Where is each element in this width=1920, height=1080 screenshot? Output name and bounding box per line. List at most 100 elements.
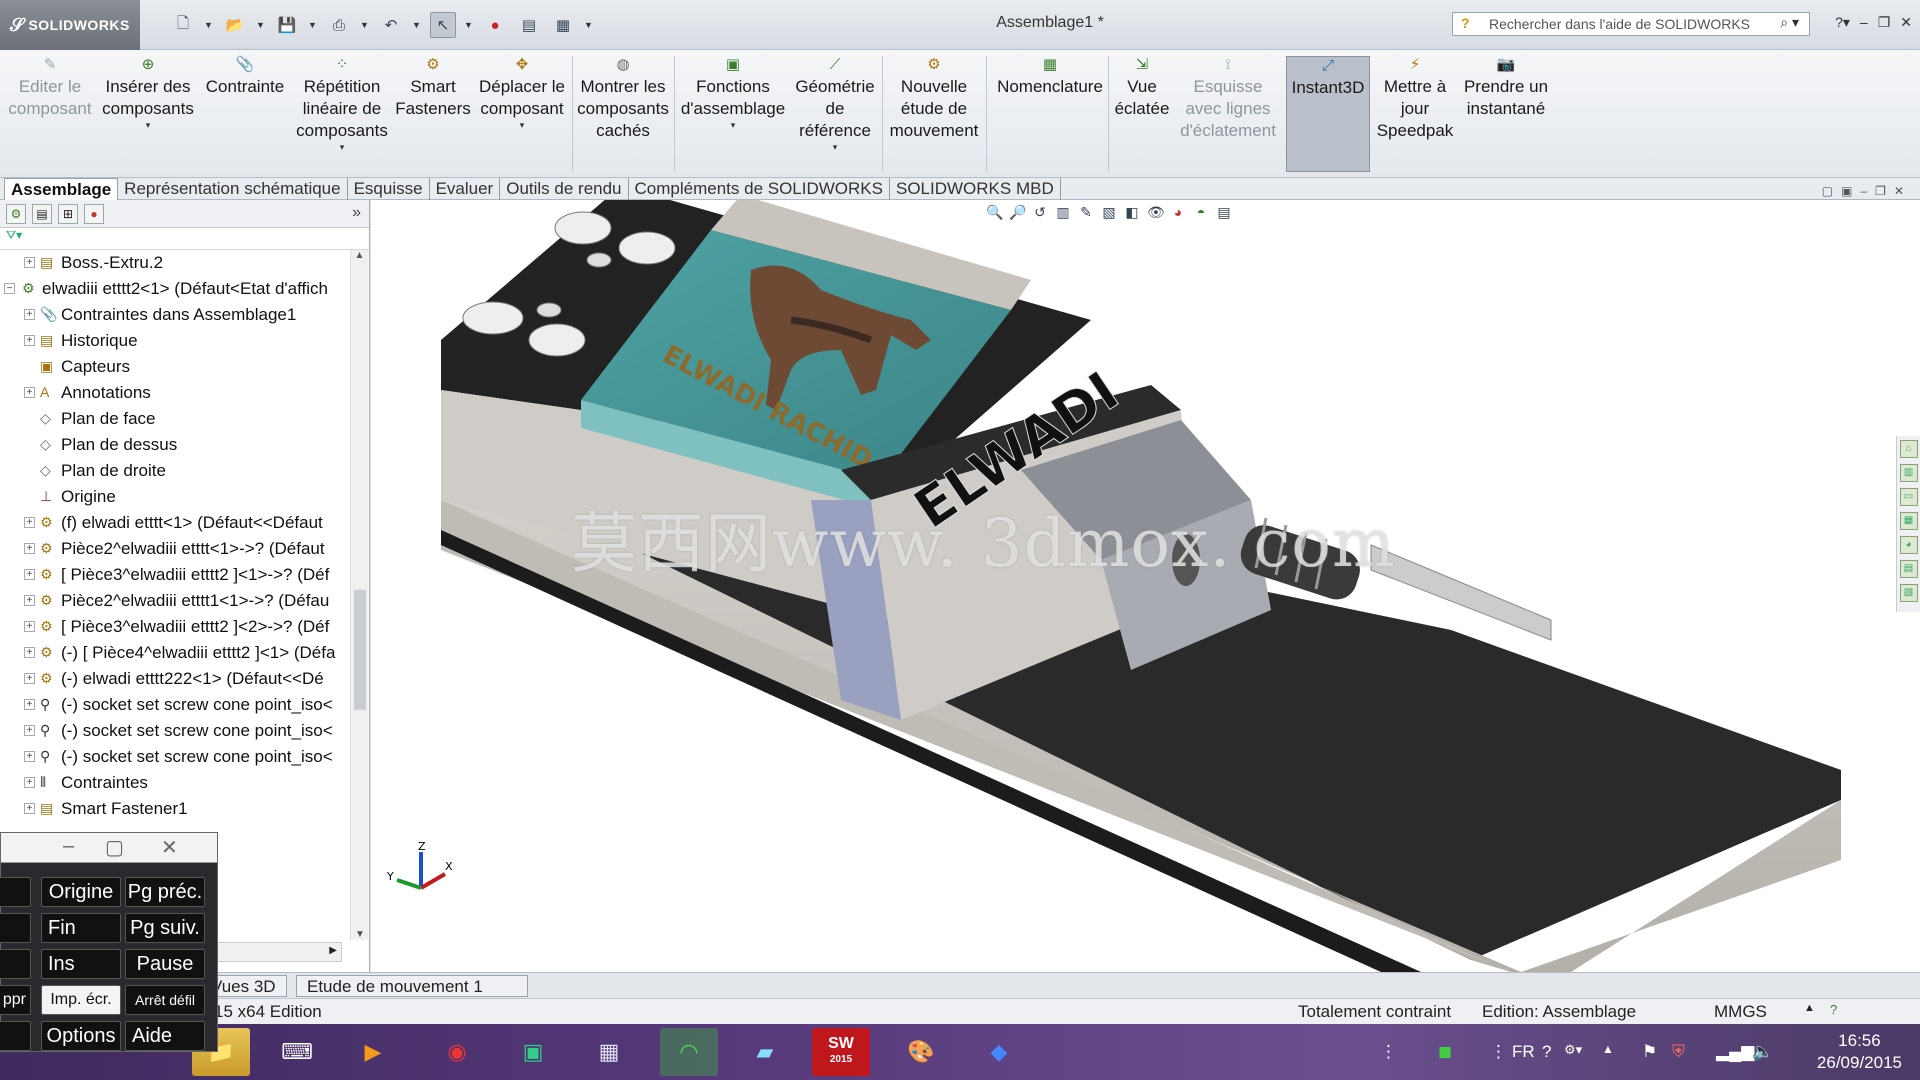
signal-tray-icon[interactable]: ▂▄▆ — [1716, 1042, 1754, 1062]
tree-item-sensors[interactable]: ▣ Capteurs — [0, 354, 350, 380]
expand-node-icon[interactable]: + — [24, 309, 35, 320]
scroll-right-icon[interactable]: ▶ — [329, 945, 337, 956]
security-tray-icon[interactable]: ⛨ — [1672, 1042, 1685, 1062]
expand-node-icon[interactable]: + — [24, 777, 35, 788]
osk-key-end[interactable]: Fin — [41, 913, 121, 943]
show-hidden-icons-icon[interactable]: ▲ — [1602, 1042, 1614, 1056]
file-explorer-icon[interactable]: ▭ — [1899, 488, 1918, 506]
search-icon[interactable]: ⌕ ▾ — [1780, 14, 1799, 31]
scroll-thumb[interactable] — [354, 590, 366, 710]
mate-button[interactable]: 📎 Contrainte — [200, 56, 290, 172]
expand-node-icon[interactable]: + — [24, 673, 35, 684]
expand-node-icon[interactable]: + — [24, 569, 35, 580]
chrome-taskbar-icon[interactable]: ◉ — [428, 1028, 486, 1076]
tree-filter[interactable]: ⛛▾ — [0, 228, 369, 250]
forum-icon[interactable]: ▧ — [1899, 584, 1918, 602]
input-language[interactable]: FR — [1512, 1042, 1535, 1062]
osk-options-button[interactable]: Options — [41, 1021, 121, 1051]
new-motion-study-button[interactable]: ⚙ Nouvelle étude de mouvement — [886, 56, 982, 172]
minimize-icon[interactable]: – — [63, 835, 74, 858]
minimize-icon[interactable]: – — [1860, 14, 1868, 31]
tree-item-component[interactable]: + ⚙ Pièce2^elwadiii etttt<1>->? (Défaut — [0, 536, 350, 562]
tile-icon[interactable]: ▢ — [1822, 184, 1833, 198]
chevron-up-icon[interactable]: ▲ — [1804, 1002, 1815, 1014]
expand-node-icon[interactable]: + — [24, 517, 35, 528]
tree-item-front-plane[interactable]: ◇ Plan de face — [0, 406, 350, 432]
vise-3d-model[interactable]: ELWADI RACHID ELWADI — [371, 200, 1920, 972]
tab-render-tools[interactable]: Outils de rendu — [500, 178, 629, 200]
tree-item-top-plane[interactable]: ◇ Plan de dessus — [0, 432, 350, 458]
solidworks-logo[interactable]: 𝒮 SOLIDWORKS — [0, 0, 140, 50]
reference-triad[interactable]: Z X Y — [385, 840, 455, 910]
osk-key-partial[interactable] — [0, 1021, 31, 1051]
minimize-icon[interactable]: – — [1860, 184, 1867, 198]
tab-assembly[interactable]: Assemblage — [4, 178, 119, 200]
tree-item-set-screw[interactable]: + ⚲ (-) socket set screw cone point_iso< — [0, 692, 350, 718]
feature-manager-tab-icon[interactable]: ⚙ — [6, 204, 26, 224]
collapse-node-icon[interactable]: − — [4, 283, 15, 294]
instant3d-button[interactable]: ⤢ Instant3D — [1286, 56, 1370, 172]
insert-components-button[interactable]: ⊕ Insérer des composants ▾ — [100, 56, 196, 172]
tab-layout[interactable]: Représentation schématique — [118, 178, 348, 200]
osk-key-partial[interactable] — [0, 913, 31, 943]
chevron-down-icon[interactable]: ▾ — [340, 142, 345, 152]
osk-key-pause[interactable]: Pause — [125, 949, 205, 979]
osk-key-insert[interactable]: Ins — [41, 949, 121, 979]
tray-settings-icon[interactable]: ⚙▾ — [1564, 1042, 1582, 1058]
move-component-button[interactable]: ✥ Déplacer le composant ▾ — [474, 56, 570, 172]
osk-key-delete[interactable]: ppr — [0, 985, 31, 1015]
osk-key-home[interactable]: Origine — [41, 877, 121, 907]
tree-item-set-screw[interactable]: + ⚲ (-) socket set screw cone point_iso< — [0, 744, 350, 770]
tree-item-smart-fastener[interactable]: + ▤ Smart Fastener1 — [0, 796, 350, 822]
osk-key-scroll-lock[interactable]: Arrêt défil — [125, 985, 205, 1015]
restore-icon[interactable]: ❐ — [1878, 14, 1891, 31]
help-search-input[interactable]: ? Rechercher dans l'aide de SOLIDWORKS ⌕… — [1452, 12, 1810, 36]
rebuild-traffic-light-icon[interactable]: ● — [482, 12, 508, 38]
chevron-down-icon[interactable]: ▼ — [308, 20, 318, 30]
tree-vertical-scrollbar[interactable]: ▲ ▼ — [350, 250, 368, 940]
restore-icon[interactable]: ❐ — [1875, 184, 1886, 198]
display-manager-tab-icon[interactable]: ● — [84, 204, 104, 224]
chevron-down-icon[interactable]: ▾ — [833, 142, 838, 152]
tab-sketch[interactable]: Esquisse — [348, 178, 430, 200]
bill-of-materials-button[interactable]: ▦ Nomenclature — [990, 56, 1110, 172]
tree-item-origin[interactable]: ⊥ Origine — [0, 484, 350, 510]
paint-taskbar-icon[interactable]: 🎨 — [892, 1028, 950, 1076]
tree-item-mates[interactable]: + ⦀ Contraintes — [0, 770, 350, 796]
expand-node-icon[interactable]: + — [24, 335, 35, 346]
osk-key-partial[interactable] — [0, 877, 31, 907]
tree-item-component[interactable]: + ⚙ (-) elwadi etttt222<1> (Défaut<<Dé — [0, 666, 350, 692]
scroll-down-icon[interactable]: ▼ — [351, 929, 369, 940]
tree-item-annotations[interactable]: + A Annotations — [0, 380, 350, 406]
tree-item-boss-extrude[interactable]: + ▤ Boss.-Extru.2 — [0, 250, 350, 276]
tree-item-subassembly[interactable]: − ⚙ elwadiii etttt2<1> (Défaut<Etat d'affi… — [0, 276, 350, 302]
expand-node-icon[interactable]: + — [24, 803, 35, 814]
new-document-icon[interactable]: 🗋 — [170, 12, 196, 38]
explode-line-sketch-button[interactable]: ⟟ Esquisse avec lignes d'éclatement — [1174, 56, 1282, 172]
undo-icon[interactable]: ↶ — [378, 12, 404, 38]
chevron-down-icon[interactable]: ▼ — [204, 20, 214, 30]
osk-help-button[interactable]: Aide — [125, 1021, 205, 1051]
tree-item-set-screw[interactable]: + ⚲ (-) socket set screw cone point_iso< — [0, 718, 350, 744]
volume-icon[interactable]: 🔈 — [1752, 1042, 1773, 1062]
appearances-icon[interactable]: ◕ — [1899, 536, 1918, 554]
tab-addins[interactable]: Compléments de SOLIDWORKS — [629, 178, 890, 200]
chevron-down-icon[interactable]: ▼ — [360, 20, 370, 30]
help-tooltip-icon[interactable]: ? — [1830, 1002, 1837, 1017]
tree-item-mates-in-assembly[interactable]: + 📎 Contraintes dans Assemblage1 — [0, 302, 350, 328]
graphics-area[interactable]: 🔍 🔎 ↺ ▥ ✎ ▧ ◧ 👁 ◕ ◓ ▤ ELWADI RACHID ELWA… — [371, 200, 1920, 972]
expand-node-icon[interactable]: + — [24, 725, 35, 736]
network-tray-icon[interactable]: ◼ — [1438, 1042, 1452, 1062]
file-properties-icon[interactable]: ▤ — [516, 12, 542, 38]
tree-item-component[interactable]: + ⚙ (f) elwadi etttt<1> (Défaut<<Défaut — [0, 510, 350, 536]
edit-component-button[interactable]: ✎ Editer le composant — [6, 56, 94, 172]
3d-box-taskbar-icon[interactable]: ◆ — [970, 1028, 1028, 1076]
tree-item-right-plane[interactable]: ◇ Plan de droite — [0, 458, 350, 484]
show-hidden-components-button[interactable]: ◍ Montrer les composants cachés — [576, 56, 670, 172]
media-player-taskbar-icon[interactable]: ▶ — [344, 1028, 402, 1076]
solidworks-taskbar-icon[interactable]: SW 2015 — [812, 1028, 870, 1076]
configuration-manager-tab-icon[interactable]: ⊞ — [58, 204, 78, 224]
tree-item-component[interactable]: + ⚙ (-) [ Pièce4^elwadiii etttt2 ]<1> (Déf… — [0, 640, 350, 666]
smart-fasteners-button[interactable]: ⚙ Smart Fasteners — [395, 56, 471, 172]
print-icon[interactable]: ⎙ — [326, 12, 352, 38]
